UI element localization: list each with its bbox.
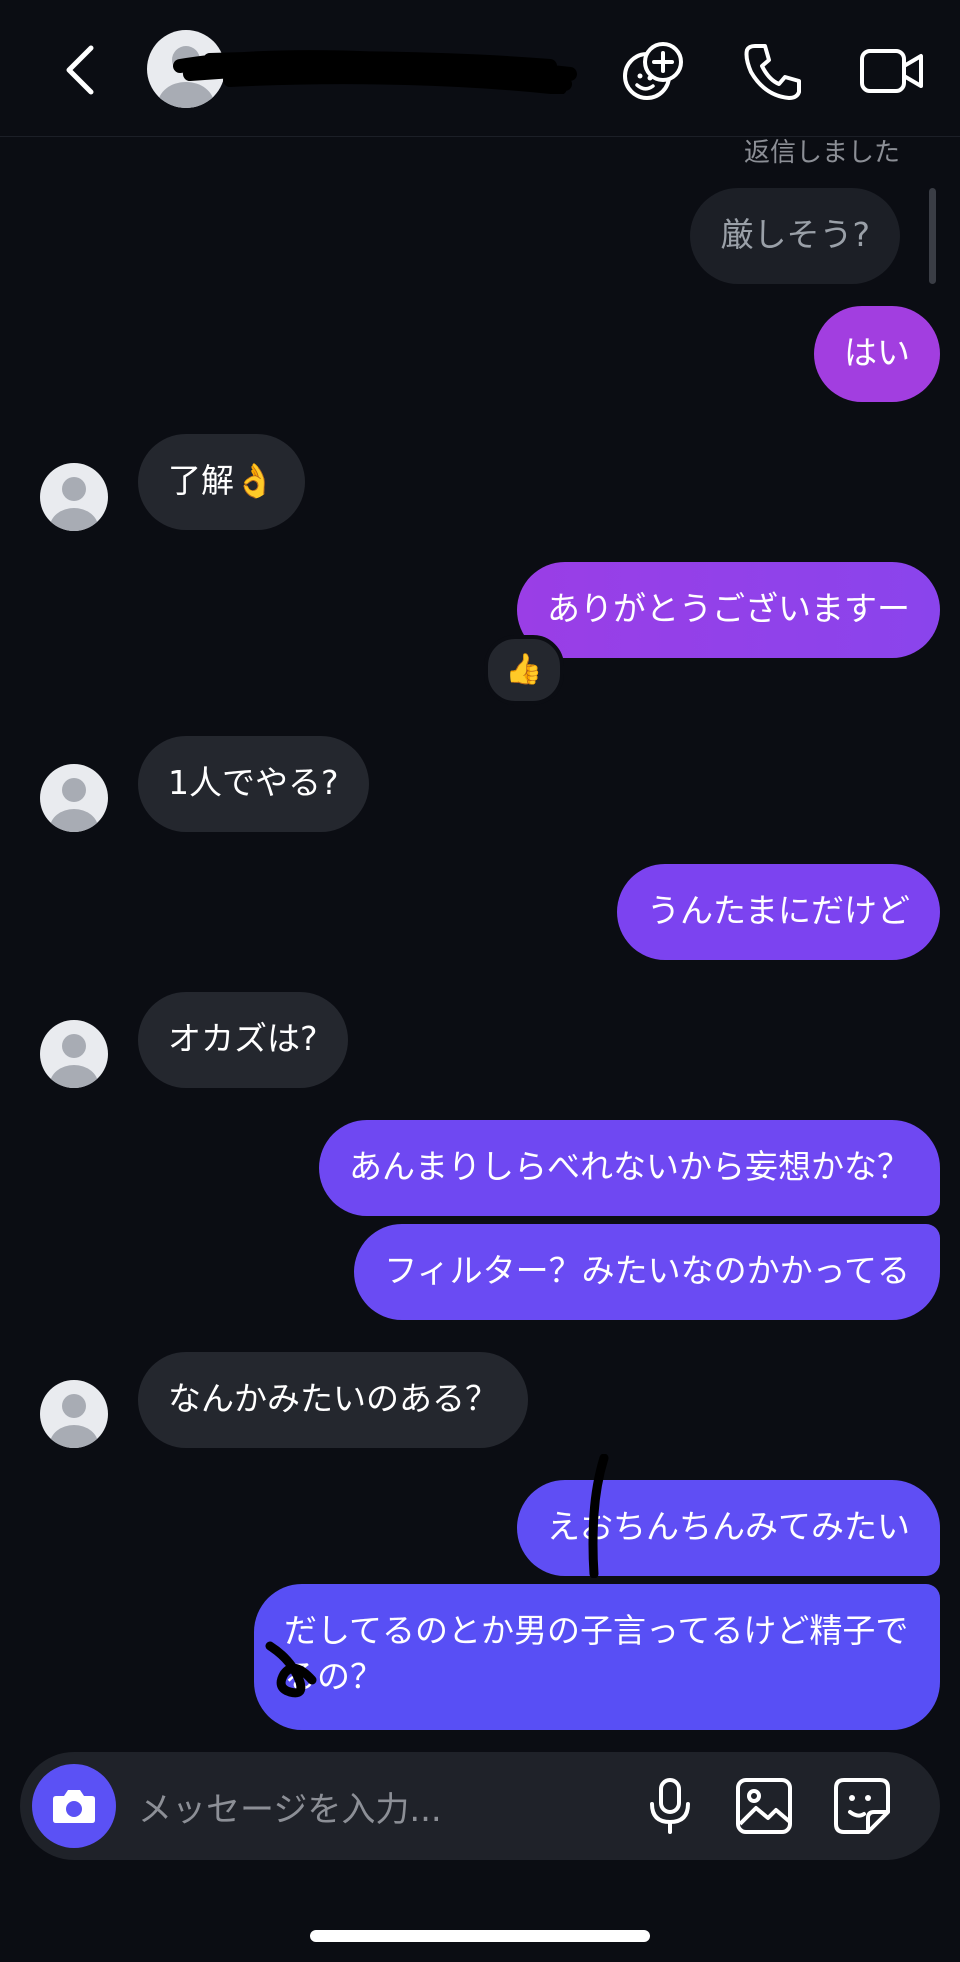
sender-avatar[interactable] [40,1380,108,1448]
chat-header: Sam [0,0,960,137]
message-bubble-outgoing[interactable]: だしてるのとか男の子言ってるけど精子でるの？ [254,1584,940,1730]
sender-avatar[interactable] [40,764,108,832]
scrollbar[interactable] [929,188,936,284]
message-input[interactable]: メッセージを入力... [138,1782,442,1831]
message-list[interactable]: 返信しました 厳しそう? はい 了解👌 ありがとうございますー 👍 1人でやる?… [0,136,960,1742]
sender-avatar[interactable] [40,463,108,531]
message-bubble-incoming[interactable]: オカズは? [138,992,348,1088]
message-bubble-outgoing[interactable]: うんたまにだけど [616,864,940,960]
video-camera-icon[interactable] [857,36,927,106]
message-bubble-outgoing[interactable]: フィルター？みたいなのかかってる [354,1224,940,1320]
message-bubble-outgoing[interactable]: あんまりしらべれないから妄想かな？ [319,1120,940,1216]
message-bubble-incoming[interactable]: 1人でやる? [138,736,369,832]
sticker-add-icon[interactable] [617,36,687,106]
message-bubble-outgoing[interactable]: ありがとうございますー [517,562,940,658]
camera-button[interactable] [32,1764,116,1848]
redaction-scribble [173,50,577,94]
message-bubble-outgoing[interactable]: はい [814,306,940,402]
pen-mark [588,1454,609,1578]
back-arrow-icon[interactable] [55,40,105,100]
reaction-thumbs-up[interactable]: 👍 [484,635,564,705]
microphone-icon[interactable] [638,1774,702,1838]
message-bubble-incoming[interactable]: なんかみたいのある？ [138,1352,528,1448]
message-bubble-incoming[interactable]: 厳しそう? [690,188,900,284]
home-indicator[interactable] [310,1930,650,1942]
sticker-icon[interactable] [830,1774,894,1838]
phone-icon[interactable] [737,36,807,106]
gallery-icon[interactable] [732,1774,796,1838]
message-composer[interactable]: メッセージを入力... [20,1752,940,1860]
replied-label: 返信しました [743,138,900,168]
message-bubble-incoming[interactable]: 了解👌 [138,434,306,530]
camera-icon [53,1790,95,1823]
pen-mark [265,1641,317,1698]
sender-avatar[interactable] [40,1020,108,1088]
